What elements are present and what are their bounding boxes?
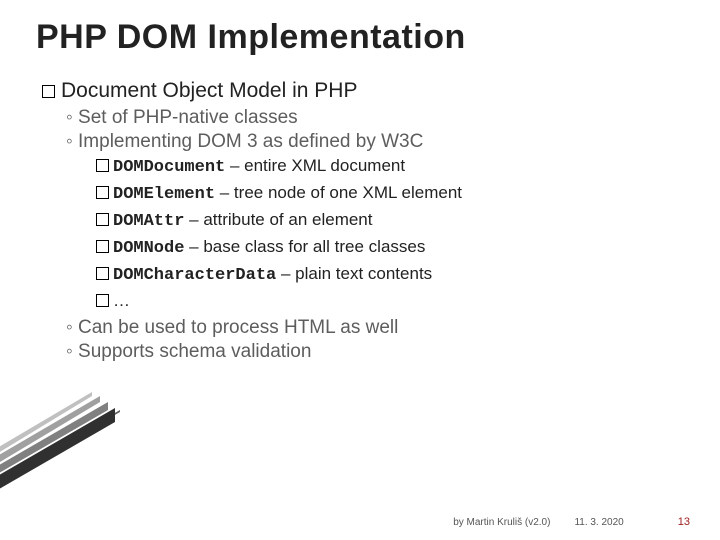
footer-author: by Martin Kruliš (v2.0)	[453, 517, 550, 528]
bullet-l2: Implementing DOM 3 as defined by W3C	[66, 131, 684, 153]
l2-text: Implementing DOM 3 as defined by W3C	[78, 131, 423, 152]
corner-decoration	[0, 380, 120, 490]
bullet-l3: DOMNode – base class for all tree classe…	[96, 236, 684, 261]
l3-code: DOMAttr	[113, 212, 184, 231]
l3-code: DOMDocument	[113, 158, 225, 177]
l3-code: DOMElement	[113, 185, 215, 204]
bullet-l3: …	[96, 290, 684, 315]
square-icon	[42, 85, 55, 98]
square-icon	[96, 267, 109, 280]
square-icon	[96, 240, 109, 253]
l1-text: Document Object Model in PHP	[61, 79, 357, 102]
square-icon	[96, 213, 109, 226]
bullet-l3: DOMCharacterData – plain text contents	[96, 263, 684, 288]
l3-code: DOMNode	[113, 239, 184, 258]
slide: PHP DOM Implementation Document Object M…	[0, 0, 720, 540]
l2-text: Set of PHP-native classes	[78, 107, 298, 128]
l3-desc: …	[113, 291, 130, 310]
stripes-icon	[0, 380, 120, 490]
l3-desc: – base class for all tree classes	[184, 237, 425, 256]
l2-text: Supports schema validation	[78, 341, 311, 362]
bullet-l2: Set of PHP-native classes	[66, 107, 684, 129]
slide-title: PHP DOM Implementation	[36, 18, 684, 57]
bullet-l1: Document Object Model in PHP	[42, 79, 684, 103]
l2-text: Can be used to process HTML as well	[78, 317, 398, 338]
footer-date: 11. 3. 2020	[574, 517, 623, 528]
bullet-l2: Supports schema validation	[66, 341, 684, 363]
l3-desc: – plain text contents	[276, 264, 432, 283]
l3-desc: – entire XML document	[225, 156, 405, 175]
l3-desc: – tree node of one XML element	[215, 183, 462, 202]
square-icon	[96, 186, 109, 199]
footer-page: 13	[678, 516, 690, 528]
square-icon	[96, 159, 109, 172]
footer: by Martin Kruliš (v2.0) 11. 3. 2020 13	[453, 516, 690, 528]
bullet-l3: DOMDocument – entire XML document	[96, 155, 684, 180]
bullet-l2: Can be used to process HTML as well	[66, 317, 684, 339]
square-icon	[96, 294, 109, 307]
bullet-l3: DOMAttr – attribute of an element	[96, 209, 684, 234]
l3-code: DOMCharacterData	[113, 266, 276, 285]
l3-desc: – attribute of an element	[184, 210, 372, 229]
bullet-l3: DOMElement – tree node of one XML elemen…	[96, 182, 684, 207]
